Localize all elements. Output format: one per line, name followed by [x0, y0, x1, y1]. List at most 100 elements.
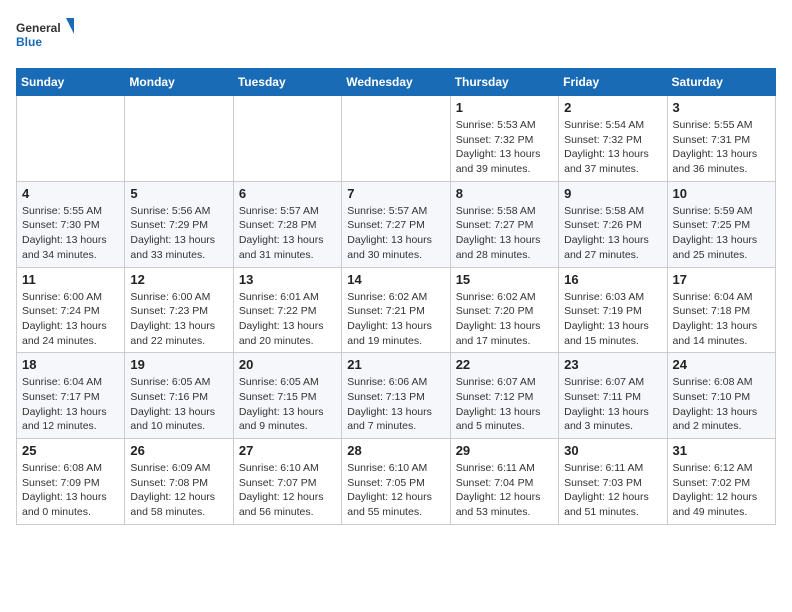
weekday-header-tuesday: Tuesday	[233, 69, 341, 96]
calendar-cell: 2 Sunrise: 5:54 AM Sunset: 7:32 PM Daylig…	[559, 96, 667, 182]
day-info: Sunrise: 6:10 AM Sunset: 7:07 PM Dayligh…	[239, 461, 336, 520]
calendar-cell: 14 Sunrise: 6:02 AM Sunset: 7:21 PM Dayli…	[342, 267, 450, 353]
day-number: 11	[22, 272, 119, 287]
calendar-cell: 27Sunrise: 6:10 AM Sunset: 7:07 PM Dayli…	[233, 439, 341, 525]
logo-svg: General Blue	[16, 16, 76, 56]
calendar-cell: 24Sunrise: 6:08 AM Sunset: 7:10 PM Dayli…	[667, 353, 775, 439]
day-number: 9	[564, 186, 661, 201]
calendar-cell: 15 Sunrise: 6:02 AM Sunset: 7:20 PM Dayli…	[450, 267, 558, 353]
day-number: 13	[239, 272, 336, 287]
day-info: Sunrise: 6:01 AM Sunset: 7:22 PM Dayligh…	[239, 290, 336, 349]
svg-text:Blue: Blue	[16, 35, 42, 49]
day-number: 2	[564, 100, 661, 115]
day-number: 15	[456, 272, 553, 287]
day-number: 6	[239, 186, 336, 201]
day-info: Sunrise: 6:11 AM Sunset: 7:04 PM Dayligh…	[456, 461, 553, 520]
weekday-header-thursday: Thursday	[450, 69, 558, 96]
calendar-cell: 18 Sunrise: 6:04 AM Sunset: 7:17 PM Dayli…	[17, 353, 125, 439]
day-number: 17	[673, 272, 770, 287]
day-info: Sunrise: 6:02 AM Sunset: 7:21 PM Dayligh…	[347, 290, 444, 349]
calendar-cell: 8 Sunrise: 5:58 AM Sunset: 7:27 PM Daylig…	[450, 181, 558, 267]
weekday-header-monday: Monday	[125, 69, 233, 96]
calendar-cell: 3Sunrise: 5:55 AM Sunset: 7:31 PM Daylig…	[667, 96, 775, 182]
day-number: 19	[130, 357, 227, 372]
day-number: 4	[22, 186, 119, 201]
day-info: Sunrise: 6:05 AM Sunset: 7:15 PM Dayligh…	[239, 375, 336, 434]
day-info: Sunrise: 5:54 AM Sunset: 7:32 PM Dayligh…	[564, 118, 661, 177]
day-info: Sunrise: 6:04 AM Sunset: 7:17 PM Dayligh…	[22, 375, 119, 434]
day-number: 20	[239, 357, 336, 372]
day-info: Sunrise: 6:07 AM Sunset: 7:11 PM Dayligh…	[564, 375, 661, 434]
day-info: Sunrise: 5:55 AM Sunset: 7:30 PM Dayligh…	[22, 204, 119, 263]
day-number: 25	[22, 443, 119, 458]
day-number: 12	[130, 272, 227, 287]
day-number: 3	[673, 100, 770, 115]
calendar-cell	[125, 96, 233, 182]
page-header: General Blue	[16, 16, 776, 56]
weekday-header-friday: Friday	[559, 69, 667, 96]
day-info: Sunrise: 6:05 AM Sunset: 7:16 PM Dayligh…	[130, 375, 227, 434]
day-info: Sunrise: 6:06 AM Sunset: 7:13 PM Dayligh…	[347, 375, 444, 434]
day-number: 31	[673, 443, 770, 458]
calendar-cell	[342, 96, 450, 182]
day-info: Sunrise: 5:57 AM Sunset: 7:28 PM Dayligh…	[239, 204, 336, 263]
day-info: Sunrise: 6:02 AM Sunset: 7:20 PM Dayligh…	[456, 290, 553, 349]
calendar-cell: 29 Sunrise: 6:11 AM Sunset: 7:04 PM Dayli…	[450, 439, 558, 525]
calendar-cell: 21Sunrise: 6:06 AM Sunset: 7:13 PM Dayli…	[342, 353, 450, 439]
weekday-header-saturday: Saturday	[667, 69, 775, 96]
day-number: 22	[456, 357, 553, 372]
day-info: Sunrise: 6:00 AM Sunset: 7:24 PM Dayligh…	[22, 290, 119, 349]
calendar-cell: 20 Sunrise: 6:05 AM Sunset: 7:15 PM Dayli…	[233, 353, 341, 439]
day-number: 18	[22, 357, 119, 372]
calendar-cell: 26 Sunrise: 6:09 AM Sunset: 7:08 PM Dayli…	[125, 439, 233, 525]
calendar-cell: 22Sunrise: 6:07 AM Sunset: 7:12 PM Dayli…	[450, 353, 558, 439]
calendar-cell: 30Sunrise: 6:11 AM Sunset: 7:03 PM Dayli…	[559, 439, 667, 525]
day-number: 14	[347, 272, 444, 287]
calendar-cell: 9Sunrise: 5:58 AM Sunset: 7:26 PM Daylig…	[559, 181, 667, 267]
calendar-cell: 19 Sunrise: 6:05 AM Sunset: 7:16 PM Dayli…	[125, 353, 233, 439]
svg-text:General: General	[16, 21, 61, 35]
day-number: 16	[564, 272, 661, 287]
day-number: 10	[673, 186, 770, 201]
day-number: 1	[456, 100, 553, 115]
calendar-table: SundayMondayTuesdayWednesdayThursdayFrid…	[16, 68, 776, 525]
day-info: Sunrise: 6:11 AM Sunset: 7:03 PM Dayligh…	[564, 461, 661, 520]
day-info: Sunrise: 6:10 AM Sunset: 7:05 PM Dayligh…	[347, 461, 444, 520]
calendar-cell: 4 Sunrise: 5:55 AM Sunset: 7:30 PM Daylig…	[17, 181, 125, 267]
day-info: Sunrise: 5:58 AM Sunset: 7:27 PM Dayligh…	[456, 204, 553, 263]
calendar-cell: 6 Sunrise: 5:57 AM Sunset: 7:28 PM Daylig…	[233, 181, 341, 267]
weekday-header-row: SundayMondayTuesdayWednesdayThursdayFrid…	[17, 69, 776, 96]
calendar-cell: 17 Sunrise: 6:04 AM Sunset: 7:18 PM Dayli…	[667, 267, 775, 353]
weekday-header-wednesday: Wednesday	[342, 69, 450, 96]
day-info: Sunrise: 6:08 AM Sunset: 7:10 PM Dayligh…	[673, 375, 770, 434]
calendar-cell: 1Sunrise: 5:53 AM Sunset: 7:32 PM Daylig…	[450, 96, 558, 182]
day-info: Sunrise: 6:04 AM Sunset: 7:18 PM Dayligh…	[673, 290, 770, 349]
calendar-cell: 11 Sunrise: 6:00 AM Sunset: 7:24 PM Dayli…	[17, 267, 125, 353]
day-info: Sunrise: 5:56 AM Sunset: 7:29 PM Dayligh…	[130, 204, 227, 263]
day-info: Sunrise: 6:00 AM Sunset: 7:23 PM Dayligh…	[130, 290, 227, 349]
day-info: Sunrise: 5:57 AM Sunset: 7:27 PM Dayligh…	[347, 204, 444, 263]
day-info: Sunrise: 6:03 AM Sunset: 7:19 PM Dayligh…	[564, 290, 661, 349]
week-row-1: 1Sunrise: 5:53 AM Sunset: 7:32 PM Daylig…	[17, 96, 776, 182]
week-row-3: 11 Sunrise: 6:00 AM Sunset: 7:24 PM Dayli…	[17, 267, 776, 353]
calendar-cell: 5 Sunrise: 5:56 AM Sunset: 7:29 PM Daylig…	[125, 181, 233, 267]
day-number: 8	[456, 186, 553, 201]
day-info: Sunrise: 6:12 AM Sunset: 7:02 PM Dayligh…	[673, 461, 770, 520]
day-number: 29	[456, 443, 553, 458]
day-number: 28	[347, 443, 444, 458]
calendar-cell: 12 Sunrise: 6:00 AM Sunset: 7:23 PM Dayli…	[125, 267, 233, 353]
day-info: Sunrise: 6:09 AM Sunset: 7:08 PM Dayligh…	[130, 461, 227, 520]
calendar-cell: 10Sunrise: 5:59 AM Sunset: 7:25 PM Dayli…	[667, 181, 775, 267]
calendar-cell: 28 Sunrise: 6:10 AM Sunset: 7:05 PM Dayli…	[342, 439, 450, 525]
day-number: 23	[564, 357, 661, 372]
calendar-cell: 25Sunrise: 6:08 AM Sunset: 7:09 PM Dayli…	[17, 439, 125, 525]
day-number: 5	[130, 186, 227, 201]
day-number: 26	[130, 443, 227, 458]
week-row-5: 25Sunrise: 6:08 AM Sunset: 7:09 PM Dayli…	[17, 439, 776, 525]
calendar-cell: 13 Sunrise: 6:01 AM Sunset: 7:22 PM Dayli…	[233, 267, 341, 353]
day-number: 7	[347, 186, 444, 201]
weekday-header-sunday: Sunday	[17, 69, 125, 96]
calendar-cell: 16 Sunrise: 6:03 AM Sunset: 7:19 PM Dayli…	[559, 267, 667, 353]
week-row-2: 4 Sunrise: 5:55 AM Sunset: 7:30 PM Daylig…	[17, 181, 776, 267]
logo: General Blue	[16, 16, 76, 56]
